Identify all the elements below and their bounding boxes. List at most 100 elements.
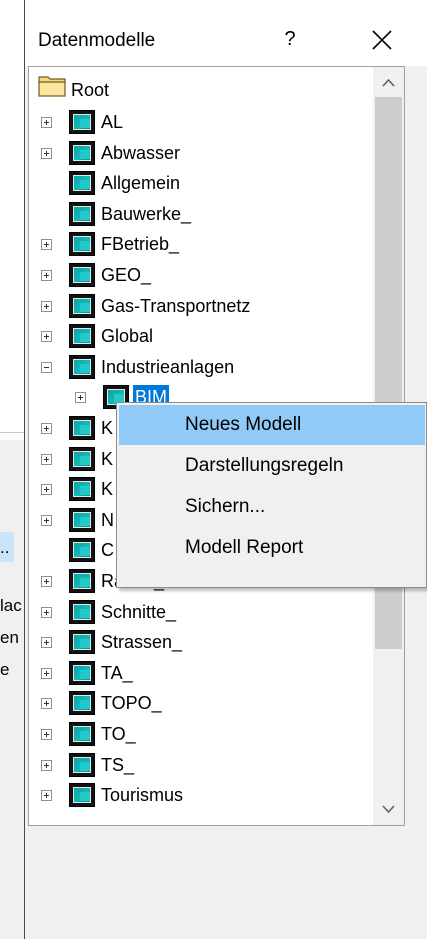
tree-item[interactable]: Gas-Transportnetz — [29, 291, 389, 321]
menu-item-neues-modell[interactable]: Neues Modell — [119, 405, 425, 445]
menu-item-sichern[interactable]: Sichern... — [119, 487, 425, 527]
expand-icon[interactable] — [41, 667, 52, 679]
data-model-icon — [69, 293, 95, 318]
close-icon — [372, 30, 392, 50]
tree-item[interactable]: AL — [29, 107, 389, 137]
expand-icon[interactable] — [41, 637, 52, 649]
menu-item-modell-report[interactable]: Modell Report — [119, 528, 425, 568]
data-model-icon — [69, 477, 95, 502]
expand-icon[interactable] — [41, 270, 52, 281]
expand-icon[interactable] — [41, 300, 52, 312]
menu-item-label: Darstellungsregeln — [185, 455, 344, 476]
background-text-fragment[interactable]: .. — [0, 538, 24, 558]
tree-item[interactable]: Global — [29, 321, 389, 351]
menu-item-label: Neues Modell — [185, 414, 302, 435]
tree-item-label: Tourismus — [101, 785, 184, 806]
expand-icon[interactable] — [41, 484, 52, 496]
tree-item-label: FBetrieb_ — [101, 234, 180, 255]
background-text-fragment[interactable]: e — [0, 660, 24, 680]
tree-item[interactable]: FBetrieb_ — [29, 229, 389, 259]
background-text-fragment[interactable]: en — [0, 628, 24, 648]
tree-item[interactable]: Schnitte_ — [29, 597, 389, 627]
expand-icon[interactable] — [41, 147, 52, 159]
tree-item-label: Schnitte_ — [101, 601, 177, 622]
tree-root-label: Root — [71, 80, 110, 100]
tree-item-label: TO_ — [101, 724, 136, 744]
tree-item-label: Gas-Transportnetz — [101, 295, 251, 316]
tree-item-label: Bauwerke_ — [101, 203, 192, 224]
expand-icon[interactable] — [41, 790, 52, 802]
tree-item[interactable]: TS_ — [29, 750, 389, 780]
help-button[interactable]: ? — [278, 24, 302, 54]
tree-item-label: GEO_ — [101, 265, 152, 285]
data-model-icon — [69, 507, 95, 532]
data-model-icon — [69, 140, 95, 165]
tree-item[interactable]: Abwasser — [29, 138, 389, 168]
menu-item-label: Modell Report — [185, 537, 304, 558]
expand-icon[interactable] — [41, 239, 52, 251]
tree-item[interactable]: Industrieanlagen — [29, 352, 389, 382]
data-model-icon — [69, 630, 95, 655]
expand-icon[interactable] — [41, 759, 52, 771]
tree-item-label: K — [101, 448, 114, 469]
tree-item[interactable]: Bauwerke_ — [29, 199, 389, 229]
data-model-icon — [69, 324, 95, 349]
tree-item-label: K — [101, 418, 114, 438]
expand-icon[interactable] — [41, 423, 52, 434]
scroll-down-button[interactable] — [373, 795, 404, 825]
data-model-icon — [69, 110, 95, 134]
scroll-up-button[interactable] — [373, 67, 404, 97]
data-model-icon — [69, 599, 95, 624]
expand-icon[interactable] — [41, 117, 52, 128]
tree-item-label: C — [101, 540, 114, 561]
expand-icon[interactable] — [75, 392, 86, 404]
tree-item[interactable]: Tourismus — [29, 780, 389, 810]
tree-item-label: Allgemein — [101, 173, 181, 194]
expand-icon[interactable] — [41, 698, 52, 710]
data-model-icon — [69, 691, 95, 716]
tree-item-label: TS_ — [101, 754, 135, 775]
data-model-icon — [69, 201, 95, 226]
tree-item[interactable]: TA_ — [29, 658, 389, 688]
background-text-fragment[interactable]: lac — [0, 596, 24, 616]
background-panel — [0, 440, 24, 939]
expand-icon[interactable] — [41, 331, 52, 343]
data-model-icon — [69, 171, 95, 196]
chevron-down-icon — [382, 805, 395, 814]
expand-icon[interactable] — [41, 729, 52, 740]
menu-item-darstellungsregeln[interactable]: Darstellungsregeln — [119, 446, 425, 486]
expand-icon[interactable] — [41, 606, 52, 618]
tree-item-label: N — [101, 509, 114, 530]
tree-item-label: TOPO_ — [101, 693, 162, 714]
folder-icon — [38, 76, 66, 97]
data-model-icon — [69, 263, 95, 287]
data-model-icon — [69, 660, 95, 685]
data-model-icon — [69, 416, 95, 440]
chevron-up-icon — [382, 78, 395, 87]
data-model-icon — [69, 446, 95, 471]
data-model-icon — [69, 569, 95, 593]
tree-root[interactable]: Root — [29, 75, 389, 105]
tree-item[interactable]: Strassen_ — [29, 627, 389, 657]
expand-icon[interactable] — [41, 514, 52, 526]
title-bar: Datenmodelle ? — [25, 0, 427, 66]
close-button[interactable] — [365, 20, 399, 54]
collapse-icon[interactable] — [41, 361, 52, 373]
context-menu: Neues Modell Darstellungsregeln Sichern.… — [116, 402, 427, 588]
expand-icon[interactable] — [41, 453, 52, 465]
expand-icon[interactable] — [41, 576, 52, 587]
tree-item[interactable]: TOPO_ — [29, 688, 389, 718]
tree-item-label: Abwasser — [101, 142, 181, 163]
tree-item[interactable]: Allgemein — [29, 168, 389, 198]
tree-item-label: Global — [101, 326, 154, 347]
tree-item[interactable]: TO_ — [29, 719, 389, 749]
data-model-icon — [69, 722, 95, 746]
data-model-icon — [69, 752, 95, 777]
dialog-title: Datenmodelle — [38, 30, 156, 51]
tree-item[interactable]: GEO_ — [29, 260, 389, 290]
data-model-icon — [69, 232, 95, 257]
tree-item-label: AL — [101, 112, 124, 132]
background-window: .. lac en e — [0, 0, 24, 939]
tree-item-label: TA_ — [101, 662, 133, 683]
data-model-icon — [69, 783, 95, 808]
